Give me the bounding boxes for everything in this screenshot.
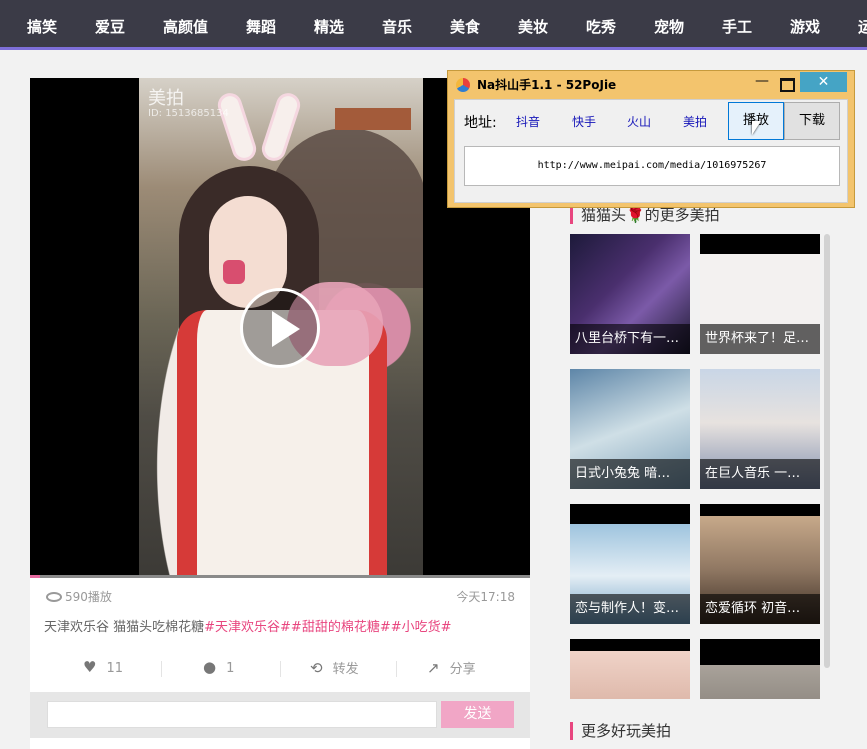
nav-item-funny[interactable]: 搞笑 (27, 0, 57, 50)
watermark-id: ID: 1513685134 (148, 108, 229, 119)
comment-count: 1 (226, 661, 235, 676)
thumbnail-item[interactable] (700, 639, 820, 699)
nav-item-selected[interactable]: 精选 (314, 0, 344, 50)
divider (161, 661, 162, 677)
description-tags[interactable]: #天津欢乐谷##甜甜的棉花糖##小吃货# (204, 620, 451, 635)
heart-icon: ♥ (83, 658, 97, 676)
mouse-cursor-icon (752, 121, 761, 135)
maximize-button[interactable] (774, 74, 798, 92)
background-sign (335, 108, 411, 130)
nav-item-music[interactable]: 音乐 (382, 0, 412, 50)
platform-meipai[interactable]: 美拍 (683, 113, 707, 130)
minimize-button[interactable]: — (752, 74, 772, 92)
post-time: 今天17:18 (456, 590, 515, 604)
video-description: 天津欢乐谷 猫猫头吃棉花糖#天津欢乐谷##甜甜的棉花糖##小吃货# (44, 616, 452, 635)
send-button[interactable]: 发送 (441, 701, 514, 728)
more-fun-title: 更多好玩美拍 (570, 722, 671, 740)
repost-icon: ⟲ (310, 659, 323, 677)
nav-item-handmade[interactable]: 手工 (722, 0, 752, 50)
bunny-ear-left (214, 90, 260, 164)
downloader-window: Na抖山手1.1 - 52PoJie — ✕ 地址: 抖音 快手 火山 美拍 播… (447, 70, 855, 208)
thumbnail-caption: 恋与制作人！变… (570, 594, 690, 624)
thumbnail-item[interactable]: 在巨人音乐 一… (700, 369, 820, 489)
comment-bar: 发送 (30, 692, 530, 738)
window-titlebar[interactable]: Na抖山手1.1 - 52PoJie — ✕ (448, 71, 854, 97)
thumbnail-caption: 八里台桥下有一… (570, 324, 690, 354)
divider (396, 661, 397, 677)
thumbnail-caption: 世界杯来了！足… (700, 324, 820, 354)
more-from-author-title: 猫猫头🌹的更多美拍 (570, 206, 720, 224)
top-nav: 搞笑 爱豆 高颜值 舞蹈 精选 音乐 美食 美妆 吃秀 宠物 手工 游戏 运 (0, 0, 867, 50)
comment-button[interactable]: ● 1 (203, 658, 234, 676)
view-count: 590播放 (46, 588, 112, 605)
thumbnail-caption: 日式小兔兔 暗… (570, 459, 690, 489)
nav-item-looks[interactable]: 高颜值 (163, 0, 208, 50)
thumbnail-caption: 在巨人音乐 一… (700, 459, 820, 489)
repost-button[interactable]: ⟲ 转发 (310, 658, 359, 677)
divider (280, 661, 281, 677)
comment-input[interactable] (47, 701, 437, 728)
like-button[interactable]: ♥ 11 (83, 658, 123, 676)
action-bar: ♥ 11 ● 1 ⟲ 转发 ↗ 分享 (30, 658, 530, 680)
share-icon: ↗ (427, 659, 440, 677)
nav-item-food[interactable]: 美食 (450, 0, 480, 50)
download-button[interactable]: 下载 (784, 102, 840, 140)
video-info-panel: 590播放 今天17:18 天津欢乐谷 猫猫头吃棉花糖#天津欢乐谷##甜甜的棉花… (30, 578, 530, 749)
address-label: 地址: (464, 115, 497, 131)
thumbnail-item[interactable]: 世界杯来了！足… (700, 234, 820, 354)
thumbnail-item[interactable]: 恋与制作人！变… (570, 504, 690, 624)
share-button[interactable]: ↗ 分享 (427, 658, 476, 677)
thumbnail-item[interactable]: 恋爱循环 初音… (700, 504, 820, 624)
share-label: 分享 (449, 662, 476, 677)
like-count: 11 (106, 661, 123, 676)
watermark-logo: 美拍 (148, 88, 184, 109)
app-logo-icon (456, 78, 470, 92)
face-sticker (223, 260, 245, 284)
nav-item-makeup[interactable]: 美妆 (518, 0, 548, 50)
nav-item-dance[interactable]: 舞蹈 (246, 0, 276, 50)
window-title: Na抖山手1.1 - 52PoJie (477, 78, 617, 92)
close-button[interactable]: ✕ (800, 72, 847, 92)
platform-douyin[interactable]: 抖音 (516, 113, 540, 130)
description-text: 天津欢乐谷 猫猫头吃棉花糖 (44, 620, 205, 635)
platform-kuaishou[interactable]: 快手 (572, 113, 596, 130)
play-icon[interactable] (240, 288, 320, 368)
thumbnail-caption: 恋爱循环 初音… (700, 594, 820, 624)
thumbnail-item[interactable]: 八里台桥下有一… (570, 234, 690, 354)
window-body: 地址: 抖音 快手 火山 美拍 播放 下载 http://www.meipai.… (454, 99, 848, 203)
nav-item-pets[interactable]: 宠物 (654, 0, 684, 50)
eye-icon (46, 592, 62, 602)
thumbnail-scrollbar[interactable] (824, 234, 830, 668)
url-field[interactable]: http://www.meipai.com/media/1016975267 (464, 146, 840, 186)
thumbnail-item[interactable] (570, 639, 690, 699)
nav-item-sports[interactable]: 运 (858, 0, 867, 50)
thumbnail-item[interactable]: 日式小兔兔 暗… (570, 369, 690, 489)
platform-huoshan[interactable]: 火山 (627, 113, 651, 130)
thumbnail-grid: 八里台桥下有一… 世界杯来了！足… 日式小兔兔 暗… 在巨人音乐 一… 恋与制作… (570, 234, 822, 699)
nav-item-games[interactable]: 游戏 (790, 0, 820, 50)
repost-label: 转发 (332, 662, 359, 677)
comment-icon: ● (203, 658, 217, 676)
nav-item-eating-show[interactable]: 吃秀 (586, 0, 616, 50)
view-count-text: 590播放 (65, 590, 112, 604)
nav-item-idol[interactable]: 爱豆 (95, 0, 125, 50)
